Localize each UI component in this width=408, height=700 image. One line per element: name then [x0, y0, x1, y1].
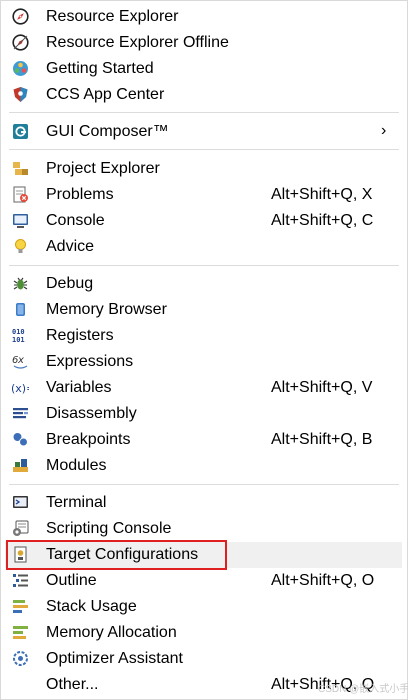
menu-item-label: Debug [46, 275, 94, 292]
breakpoints-icon [12, 431, 29, 448]
compass-icon [12, 8, 29, 25]
menu-item-stack-usage[interactable]: Stack Usage [1, 594, 407, 620]
menu-item-advice[interactable]: Advice [1, 234, 407, 260]
gui-composer-icon [12, 123, 29, 140]
menu-item-breakpoints[interactable]: Breakpoints Alt+Shift+Q, B [1, 427, 407, 453]
menu-item-disassembly[interactable]: Disassembly [1, 401, 407, 427]
menu-item-optimizer-assistant[interactable]: Optimizer Assistant [1, 646, 407, 672]
menu-item-resource-explorer-offline[interactable]: Resource Explorer Offline [1, 30, 407, 56]
menu-item-memory-browser[interactable]: Memory Browser [1, 297, 407, 323]
menu-item-label: Stack Usage [46, 598, 137, 615]
menu-item-label: Expressions [46, 353, 134, 370]
scripting-console-icon [12, 520, 29, 537]
variables-icon: (x)= [11, 379, 35, 396]
menu-item-problems[interactable]: Problems Alt+Shift+Q, X [1, 182, 407, 208]
menu-item-shortcut: Alt+Shift+Q, X [271, 186, 373, 203]
modules-icon [12, 457, 29, 474]
menu-item-label: Other... [46, 676, 99, 693]
watermark: CSDN @嵌入式小手套 [318, 684, 408, 695]
menu-item-label: Scripting Console [46, 520, 172, 537]
console-icon [12, 212, 29, 229]
disassembly-icon [12, 405, 29, 422]
getting-started-icon [12, 60, 29, 77]
terminal-icon [12, 494, 29, 511]
menu-item-label: GUI Composer™ [46, 123, 169, 140]
menu-item-label: Memory Allocation [46, 624, 177, 641]
menu-item-label: Registers [46, 327, 114, 344]
menu-item-shortcut: Alt+Shift+Q, V [271, 379, 373, 396]
menu-separator [9, 484, 399, 485]
menu-item-shortcut: Alt+Shift+Q, B [271, 431, 373, 448]
compass-offline-icon [12, 34, 29, 51]
app-center-icon [12, 86, 29, 103]
menu-item-label: Problems [46, 186, 114, 203]
optimizer-icon [12, 650, 29, 667]
menu-item-memory-allocation[interactable]: Memory Allocation [1, 620, 407, 646]
menu-item-ccs-app-center[interactable]: CCS App Center [1, 82, 407, 108]
menu-item-modules[interactable]: Modules [1, 453, 407, 479]
highlight-box [6, 540, 227, 570]
menu-item-label: Variables [46, 379, 112, 396]
memory-cylinder-icon [12, 301, 29, 318]
menu-item-shortcut: Alt+Shift+Q, C [271, 212, 374, 229]
menu-separator [9, 112, 399, 113]
menu-item-variables[interactable]: (x)= Variables Alt+Shift+Q, V [1, 375, 407, 401]
submenu-arrow-icon: › [381, 122, 387, 139]
problems-icon [12, 186, 29, 203]
menu-item-getting-started[interactable]: Getting Started [1, 56, 407, 82]
svg-text:(x)=: (x)= [12, 382, 29, 395]
menu-item-debug[interactable]: Debug [1, 271, 407, 297]
menu-item-label: Resource Explorer Offline [46, 34, 229, 51]
menu-item-shortcut: Alt+Shift+Q, O [271, 572, 375, 589]
menu-item-label: CCS App Center [46, 86, 165, 103]
show-view-menu: Resource Explorer Resource Explorer Offl… [0, 0, 408, 700]
registers-icon: 010 101 [12, 327, 29, 344]
menu-separator [9, 265, 399, 266]
menu-item-label: Console [46, 212, 105, 229]
stack-usage-icon [12, 598, 29, 615]
menu-item-label: Advice [46, 238, 95, 255]
menu-separator [9, 149, 399, 150]
menu-item-console[interactable]: Console Alt+Shift+Q, C [1, 208, 407, 234]
lightbulb-icon [12, 238, 29, 255]
menu-item-expressions[interactable]: 6x Expressions [1, 349, 407, 375]
menu-item-registers[interactable]: 010 101 Registers [1, 323, 407, 349]
menu-item-label: Breakpoints [46, 431, 131, 448]
expressions-icon: 6x [12, 353, 29, 370]
menu-item-label: Project Explorer [46, 160, 160, 177]
menu-item-resource-explorer[interactable]: Resource Explorer [1, 4, 407, 30]
menu-item-outline[interactable]: Outline Alt+Shift+Q, O [1, 568, 407, 594]
svg-text:010: 010 [12, 328, 25, 336]
menu-item-label: Getting Started [46, 60, 154, 77]
project-explorer-icon [12, 160, 29, 177]
menu-item-gui-composer[interactable]: GUI Composer™ › [1, 119, 407, 145]
debug-bug-icon [12, 275, 29, 292]
menu-item-label: Disassembly [46, 405, 137, 422]
menu-item-project-explorer[interactable]: Project Explorer [1, 156, 407, 182]
menu-item-label: Terminal [46, 494, 107, 511]
svg-text:101: 101 [12, 336, 25, 344]
menu-item-label: Resource Explorer [46, 8, 179, 25]
menu-item-label: Optimizer Assistant [46, 650, 183, 667]
menu-item-label: Memory Browser [46, 301, 167, 318]
memory-allocation-icon [12, 624, 29, 641]
menu-item-terminal[interactable]: Terminal [1, 490, 407, 516]
outline-icon [12, 572, 29, 589]
menu-item-label: Modules [46, 457, 107, 474]
menu-item-scripting-console[interactable]: Scripting Console [1, 516, 407, 542]
menu-item-label: Outline [46, 572, 97, 589]
svg-text:x: x [17, 355, 24, 366]
